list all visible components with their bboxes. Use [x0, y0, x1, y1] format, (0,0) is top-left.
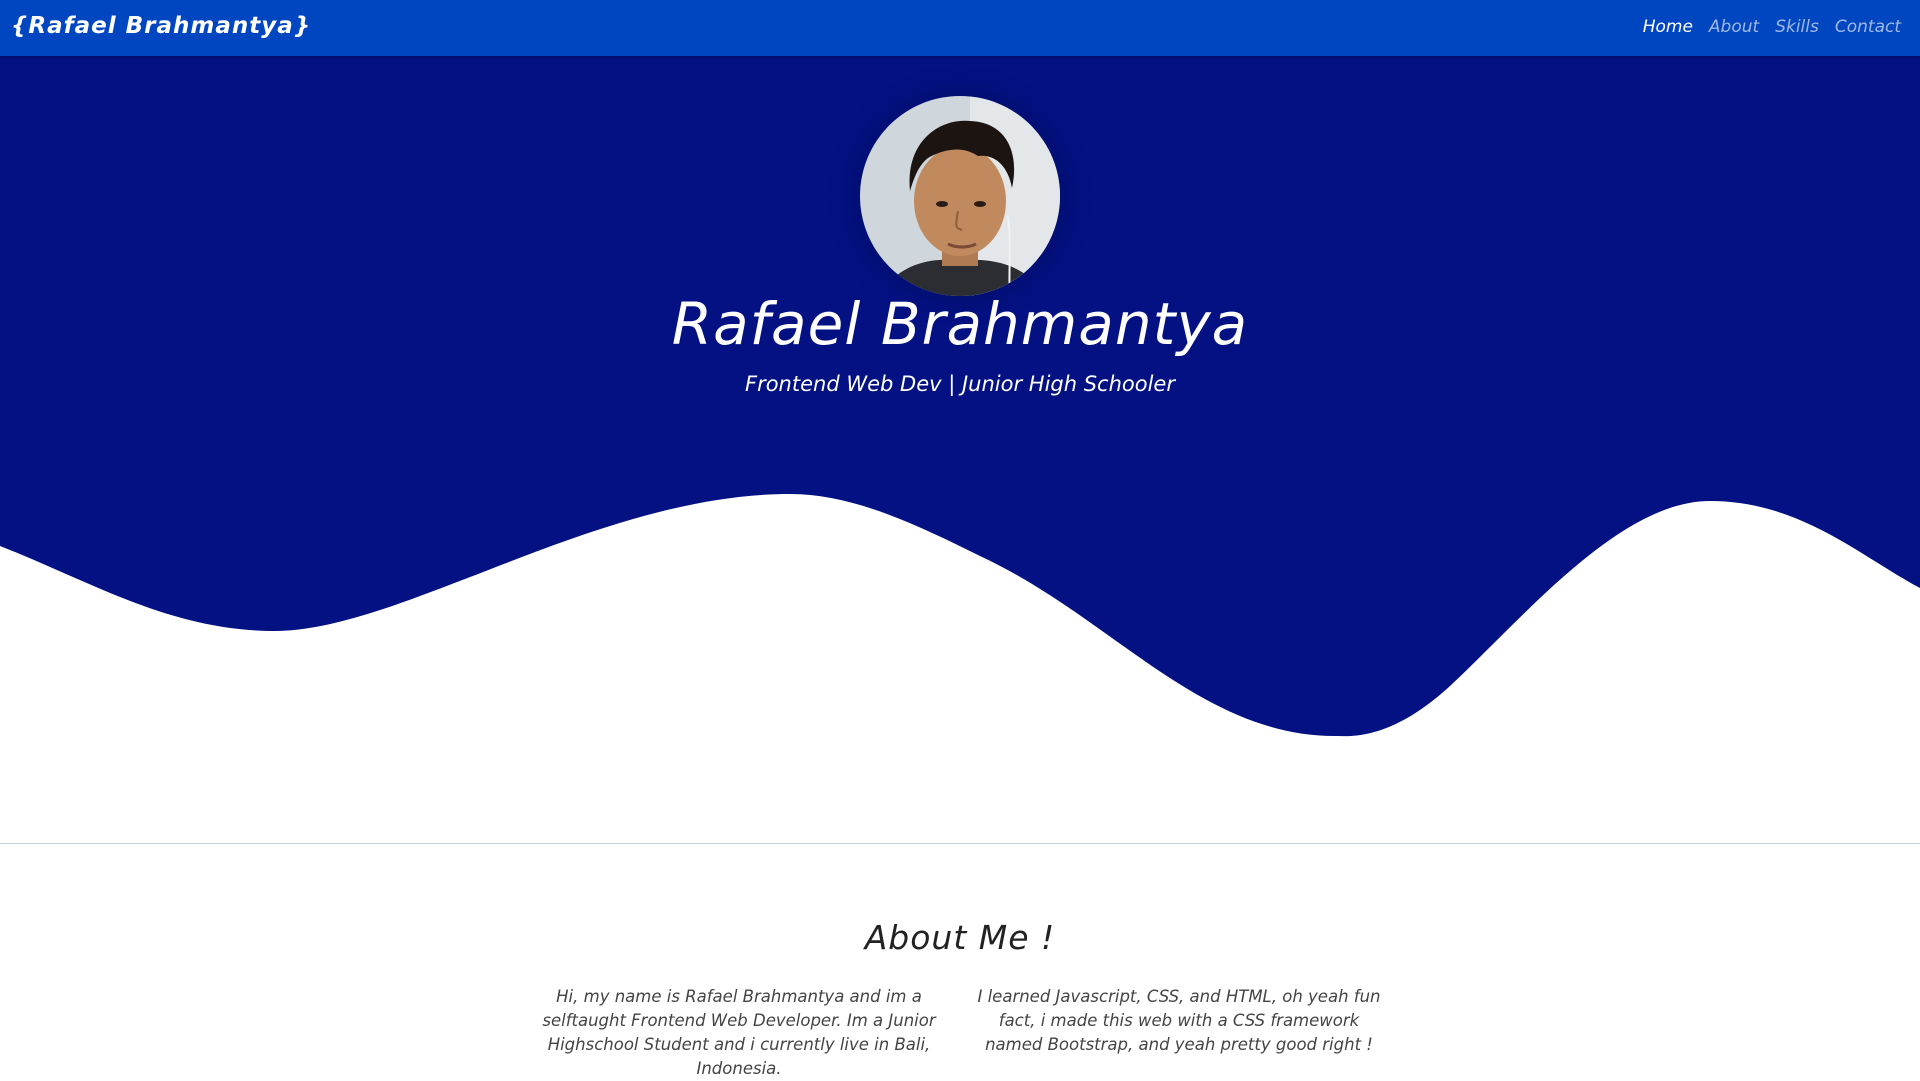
- profile-photo-icon: [860, 96, 1060, 296]
- hero-name: Rafael Brahmantya: [671, 290, 1249, 358]
- about-title: About Me !: [864, 918, 1056, 957]
- hero-tagline: Frontend Web Dev | Junior High Schooler: [745, 372, 1175, 396]
- nav-link-home[interactable]: Home: [1643, 17, 1693, 37]
- nav-link-about[interactable]: About: [1709, 17, 1759, 37]
- about-paragraph-left: Hi, my name is Rafael Brahmantya and im …: [542, 987, 936, 1078]
- about-paragraph-right: I learned Javascript, CSS, and HTML, oh …: [977, 987, 1381, 1054]
- nav-link-skills[interactable]: Skills: [1775, 17, 1819, 37]
- brand-logo-link[interactable]: {Rafael Brahmantya}: [11, 13, 311, 39]
- nav-link-contact[interactable]: Contact: [1835, 17, 1901, 37]
- nav-links: Home About Skills Contact: [1643, 17, 1901, 37]
- section-divider: [0, 843, 1920, 844]
- profile-avatar: [860, 96, 1060, 296]
- hero-section: Rafael Brahmantya Frontend Web Dev | Jun…: [0, 56, 1920, 846]
- navbar: {Rafael Brahmantya} Home About Skills Co…: [0, 0, 1920, 56]
